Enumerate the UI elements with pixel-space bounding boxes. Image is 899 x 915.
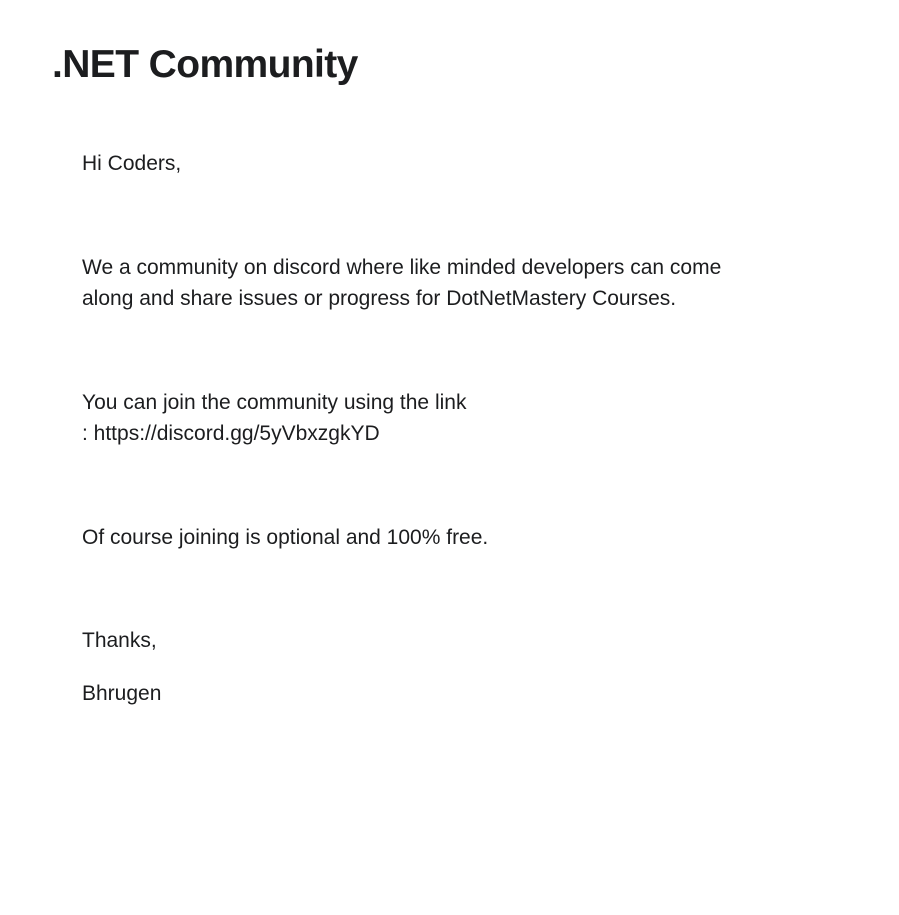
- page-container: .NET Community Hi Coders, We a community…: [0, 0, 899, 915]
- join-link-line-1: You can join the community using the lin…: [82, 390, 467, 414]
- greeting-text: Hi Coders,: [82, 152, 182, 175]
- community-description-line-1: We a community on discord where like min…: [82, 255, 722, 279]
- community-description-line-2: along and share issues or progress for D…: [82, 287, 677, 310]
- page-title: .NET Community: [52, 43, 358, 86]
- signature-text: Bhrugen: [82, 681, 162, 705]
- discord-link-text[interactable]: : https://discord.gg/5yVbxzgkYD: [82, 418, 802, 450]
- optional-free-paragraph: Of course joining is optional and 100% f…: [82, 525, 489, 549]
- join-link-paragraph: You can join the community using the lin…: [82, 387, 802, 450]
- message-body: Hi Coders, We a community on discord whe…: [82, 148, 802, 709]
- community-description-paragraph: We a community on discord where like min…: [82, 252, 802, 315]
- closing-text: Thanks,: [82, 629, 157, 652]
